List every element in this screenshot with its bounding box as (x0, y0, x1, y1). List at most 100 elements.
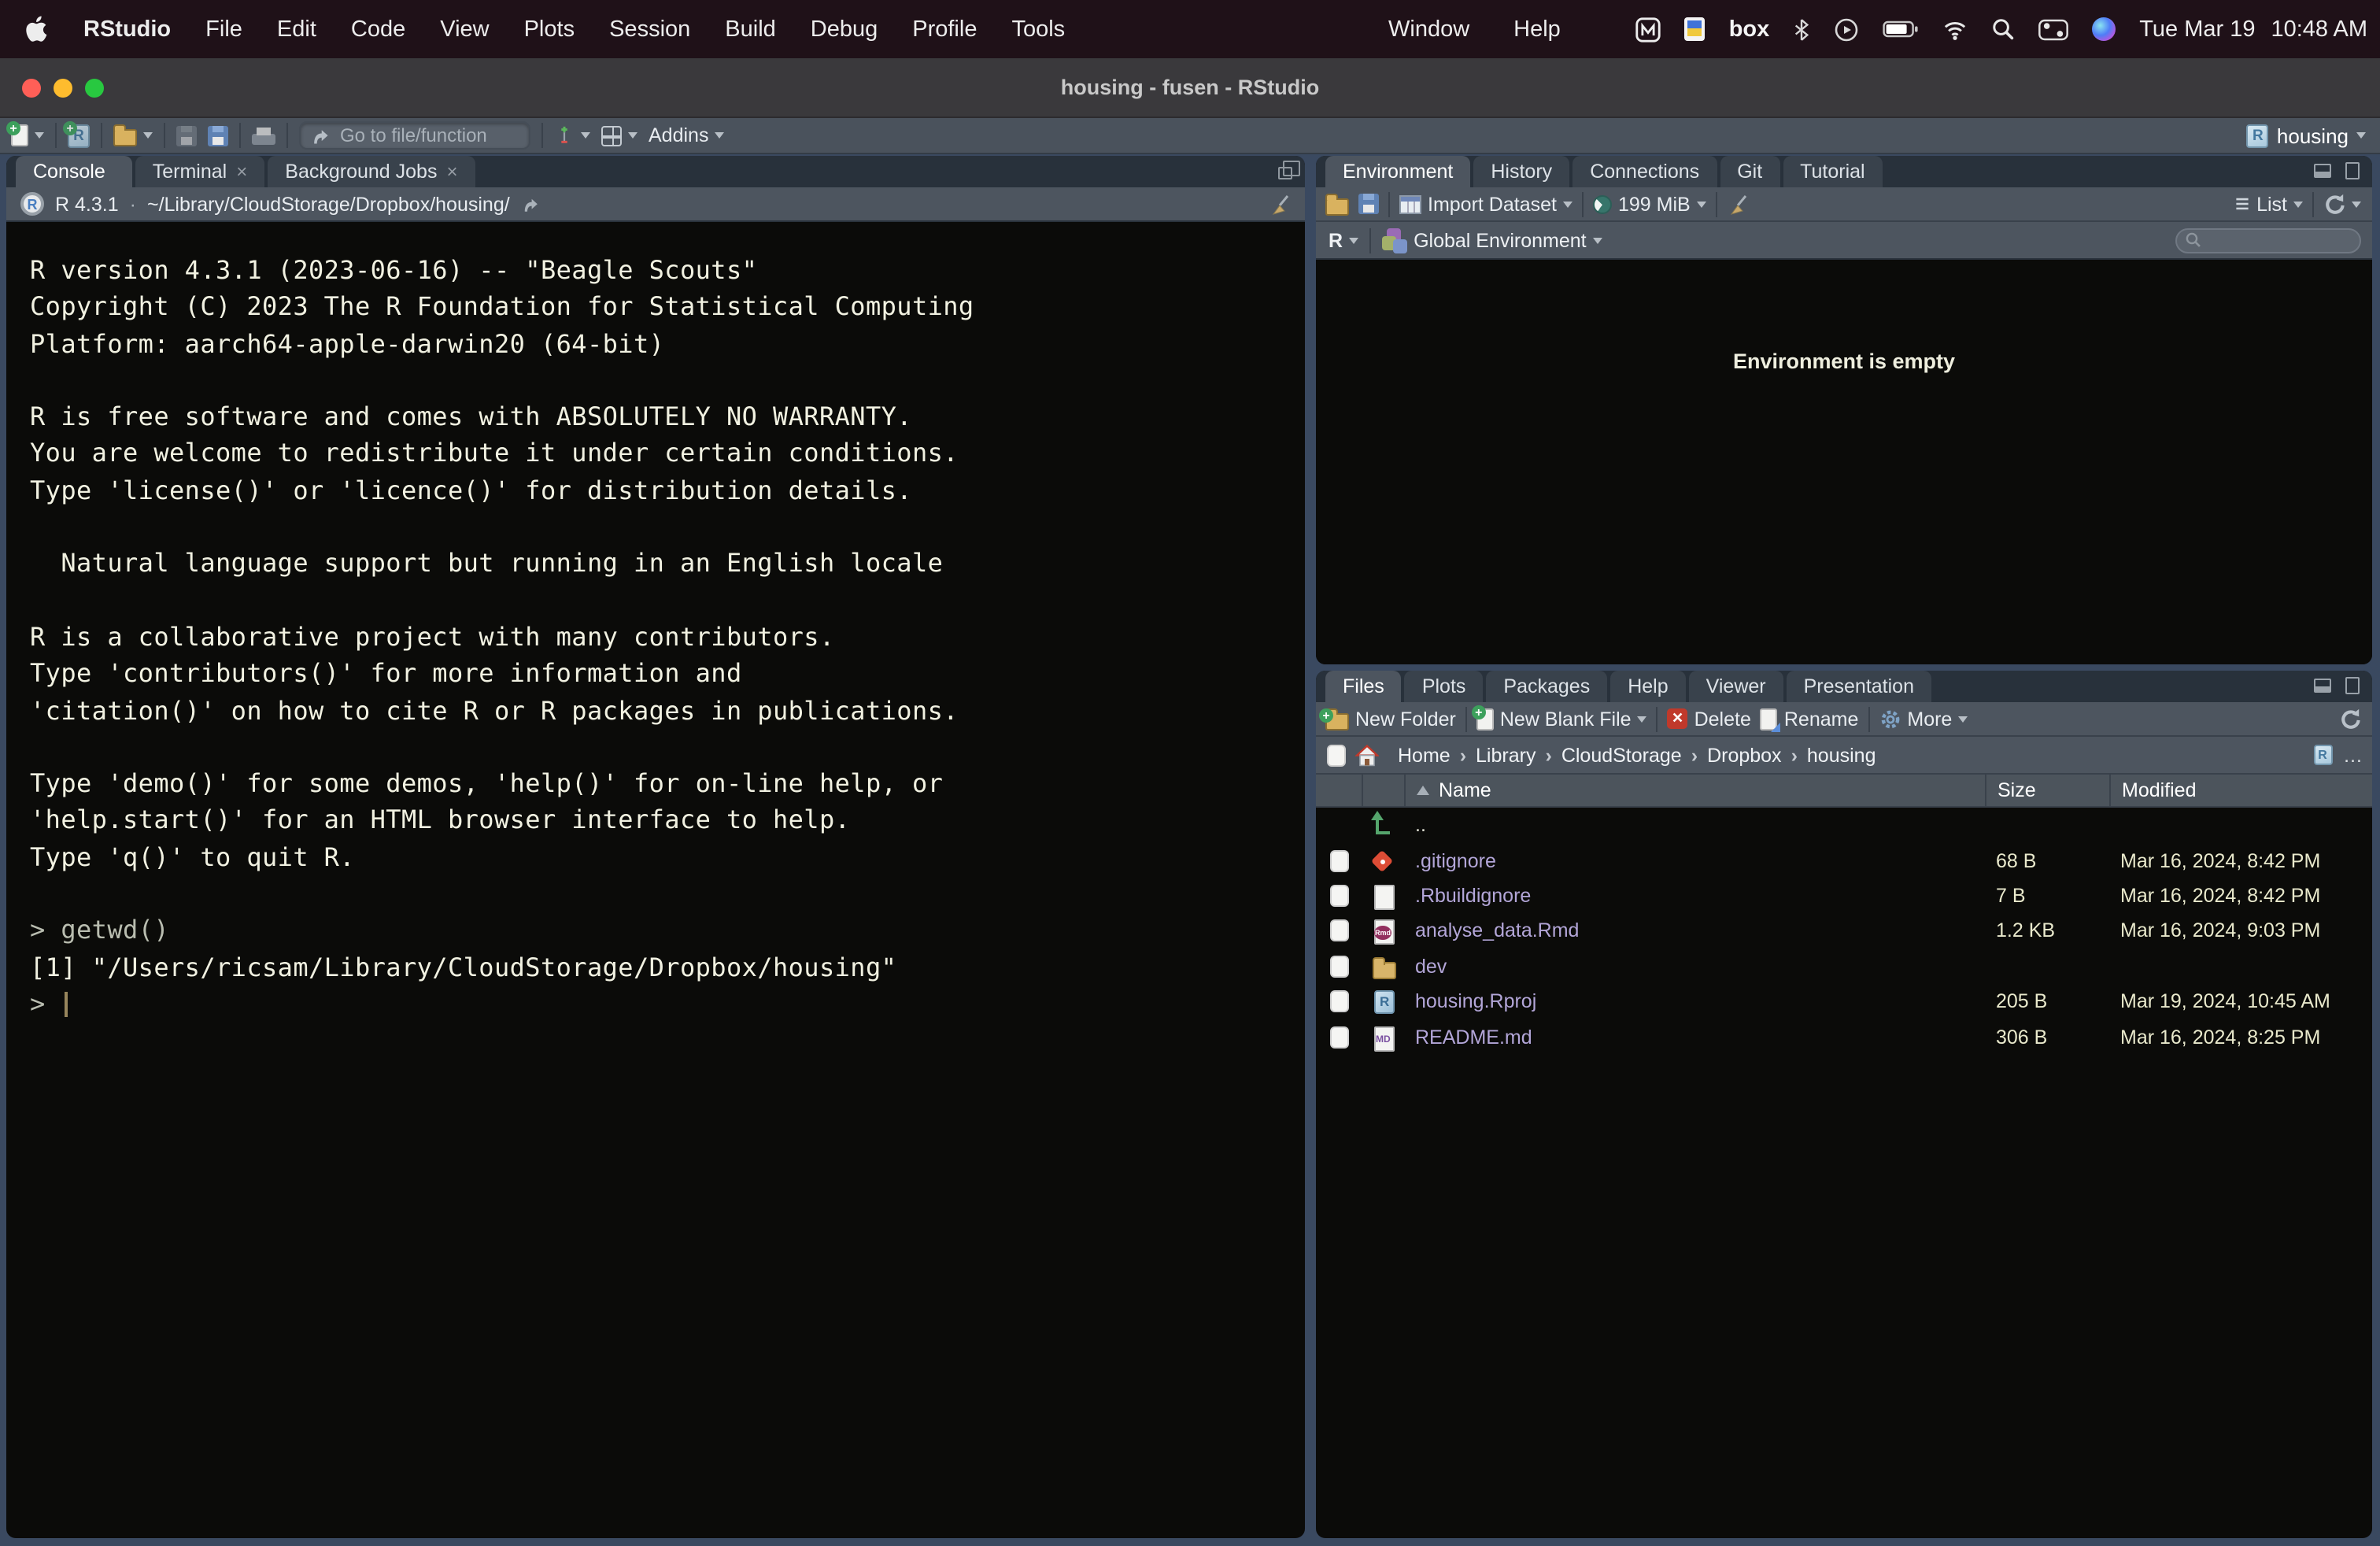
menu-item[interactable]: Code (334, 17, 423, 42)
path-more-button[interactable]: … (2343, 744, 2363, 766)
file-checkbox[interactable] (1329, 849, 1348, 871)
file-name-link[interactable]: .gitignore (1404, 849, 1985, 871)
addins-button[interactable]: Addins (649, 124, 724, 146)
file-name-link[interactable]: .. (1404, 814, 1985, 836)
spotlight-icon[interactable] (1991, 17, 2015, 41)
tab[interactable]: Viewer (1689, 671, 1783, 702)
file-checkbox[interactable] (1329, 1026, 1348, 1048)
home-icon[interactable] (1355, 744, 1379, 766)
siri-icon[interactable] (2092, 17, 2116, 41)
header-modified[interactable]: Modified (2109, 775, 2372, 806)
file-checkbox[interactable] (1329, 990, 1348, 1012)
r-version-label[interactable]: R 4.3.1 (55, 193, 119, 215)
menu-item[interactable]: File (188, 17, 260, 42)
delete-file-button[interactable]: ✕ Delete (1668, 708, 1751, 730)
new-blank-file-button[interactable]: + New Blank File (1476, 708, 1647, 730)
new-project-button[interactable]: R+ (68, 124, 90, 147)
menu-item[interactable]: Edit (260, 17, 334, 42)
file-row[interactable]: README.md 306 B Mar 16, 2024, 8:25 PM (1316, 1019, 2372, 1055)
clear-console-button[interactable] (1269, 193, 1291, 215)
goto-directory-icon[interactable] (521, 194, 540, 213)
environment-selector[interactable]: Global Environment (1382, 227, 1602, 253)
environment-search-input[interactable] (2175, 227, 2361, 253)
new-folder-button[interactable]: + New Folder (1325, 708, 1456, 730)
box-logo[interactable]: box (1729, 17, 1770, 42)
workspace-panes-button[interactable] (601, 125, 638, 146)
tab[interactable]: Presentation (1787, 671, 1931, 702)
file-name-link[interactable]: dev (1404, 956, 1985, 978)
breadcrumb-item[interactable]: ›Dropbox (1691, 744, 1782, 766)
refresh-button[interactable] (2323, 193, 2361, 215)
maximize-pane-icon[interactable] (2345, 162, 2360, 179)
menu-item[interactable]: Tools (994, 17, 1082, 42)
tab[interactable]: Files (1325, 671, 1402, 702)
version-control-button[interactable] (554, 124, 590, 146)
file-row[interactable]: dev (1316, 949, 2372, 984)
file-name-link[interactable]: README.md (1404, 1026, 1985, 1048)
file-row[interactable]: .. (1316, 808, 2372, 843)
select-all-checkbox[interactable] (1327, 744, 1346, 766)
save-button[interactable] (176, 125, 197, 146)
breadcrumb-item[interactable]: ›CloudStorage (1545, 744, 1681, 766)
memory-usage-button[interactable]: 199 MiB (1593, 193, 1706, 215)
refresh-files-button[interactable] (2339, 708, 2361, 730)
textsniper-icon[interactable] (1685, 17, 1706, 41)
minimize-pane-icon[interactable] (2314, 679, 2331, 693)
play-circle-icon[interactable] (1834, 17, 1859, 42)
menubar-clock[interactable]: Tue Mar 1910:48 AM (2139, 17, 2367, 42)
tab[interactable]: Console (16, 156, 132, 187)
battery-icon[interactable] (1883, 17, 1919, 41)
project-menu-button[interactable]: R housing (2247, 124, 2366, 147)
tab-close-icon[interactable]: × (236, 161, 247, 183)
save-all-button[interactable] (208, 125, 228, 146)
tab[interactable]: Tutorial (1783, 156, 1882, 187)
tab[interactable]: Help (1610, 671, 1685, 702)
control-center-icon[interactable] (2038, 18, 2068, 40)
breadcrumb-item[interactable]: ›Library (1460, 744, 1536, 766)
menu-item[interactable]: Help (1491, 17, 1583, 42)
tab[interactable]: Packages (1486, 671, 1607, 702)
file-name-link[interactable]: housing.Rproj (1404, 990, 1985, 1012)
minimize-pane-icon[interactable] (2314, 164, 2331, 178)
menu-item[interactable]: Session (592, 17, 708, 42)
close-window-button[interactable] (22, 79, 41, 98)
open-file-button[interactable] (113, 124, 153, 146)
console-prompt[interactable]: > (30, 989, 1305, 1026)
apple-menu[interactable] (0, 16, 66, 43)
minimize-window-button[interactable] (54, 79, 72, 98)
menu-item[interactable]: Profile (895, 17, 994, 42)
print-button[interactable] (252, 124, 275, 146)
tab[interactable]: Background Jobs× (268, 156, 475, 187)
breadcrumb-item[interactable]: Home (1388, 744, 1451, 766)
more-file-commands-button[interactable]: More (1879, 708, 1968, 730)
zoom-window-button[interactable] (85, 79, 104, 98)
load-workspace-button[interactable] (1325, 193, 1349, 215)
maximize-pane-icon[interactable] (2345, 677, 2360, 694)
tab[interactable]: History (1473, 156, 1569, 187)
import-dataset-button[interactable]: Import Dataset (1399, 193, 1572, 215)
new-file-button[interactable]: + (11, 124, 44, 146)
menu-item[interactable]: Build (708, 17, 793, 42)
bluetooth-icon[interactable] (1793, 17, 1810, 42)
menu-item[interactable]: View (423, 17, 506, 42)
console-output[interactable]: R version 4.3.1 (2023-06-16) -- "Beagle … (6, 222, 1305, 1538)
file-checkbox[interactable] (1329, 885, 1348, 907)
header-size[interactable]: Size (1985, 775, 2109, 806)
file-row[interactable]: analyse_data.Rmd 1.2 KB Mar 16, 2024, 9:… (1316, 913, 2372, 949)
file-checkbox[interactable] (1329, 956, 1348, 978)
tab[interactable]: Git (1720, 156, 1779, 187)
file-name-link[interactable]: .Rbuildignore (1404, 885, 1985, 907)
wifi-icon[interactable] (1942, 18, 1968, 40)
header-name[interactable]: Name (1404, 775, 1985, 806)
file-row[interactable]: housing.Rproj 205 B Mar 19, 2024, 10:45 … (1316, 984, 2372, 1019)
breadcrumb-item[interactable]: ›housing (1791, 744, 1876, 766)
file-checkbox[interactable] (1329, 920, 1348, 942)
tab[interactable]: Environment (1325, 156, 1470, 187)
menu-item[interactable]: RStudio (66, 17, 188, 42)
save-workspace-button[interactable] (1358, 194, 1379, 214)
tab[interactable]: Plots (1405, 671, 1484, 702)
rproject-icon[interactable]: R (2313, 745, 2332, 765)
menu-item[interactable]: Debug (793, 17, 895, 42)
goto-file-function-input[interactable]: Go to file/function (299, 121, 530, 150)
tab[interactable]: Connections (1572, 156, 1717, 187)
